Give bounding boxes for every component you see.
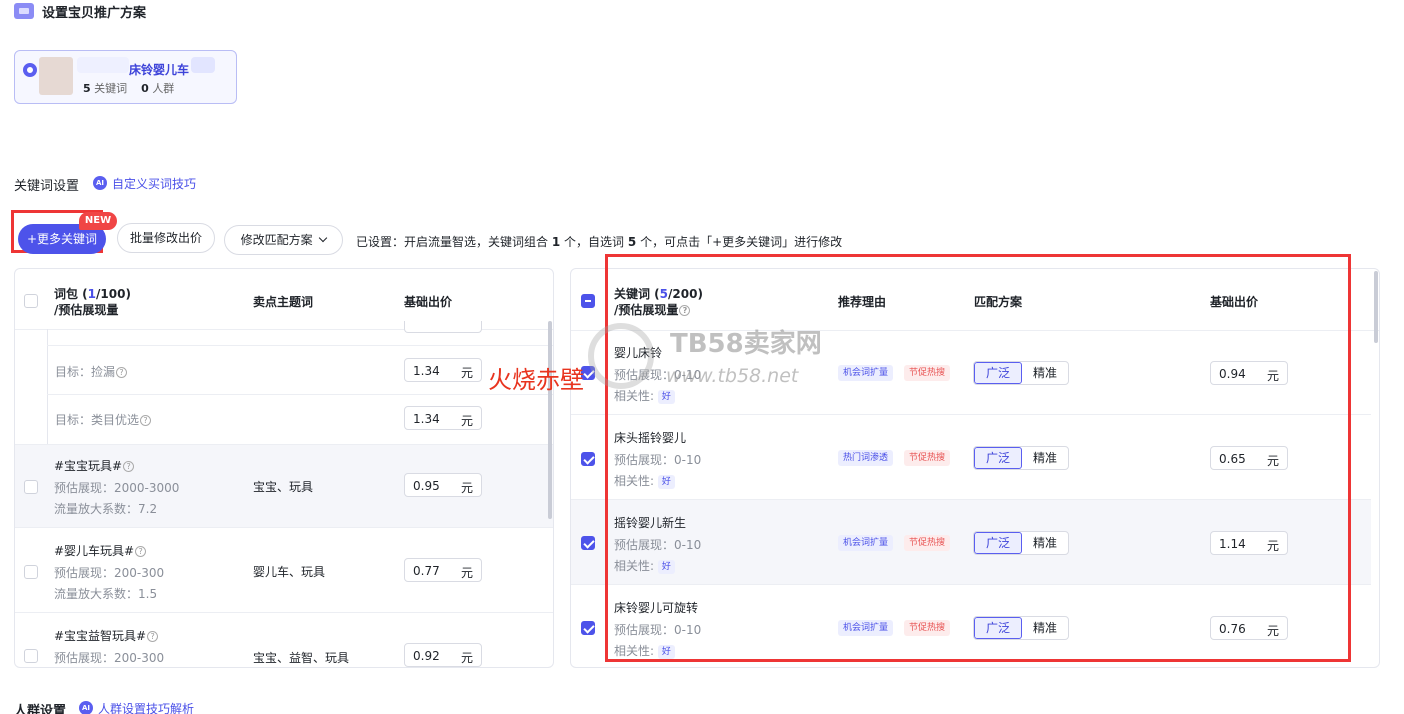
- match-plan-button[interactable]: 修改匹配方案: [224, 225, 343, 255]
- keyword-count: 5: [83, 82, 91, 95]
- crowd-tips-link[interactable]: 人群设置技巧解析: [98, 700, 194, 714]
- crowd-count-label: 人群: [152, 82, 175, 95]
- divider: [47, 394, 553, 395]
- pack-price-input[interactable]: 0.92 元: [404, 643, 482, 667]
- match-plan-label: 修改匹配方案: [240, 233, 313, 247]
- keyword-pack-table: 词包 (1/100) /预估展现量 卖点主题词 基础出价 目标：捡漏? 1.34…: [14, 268, 554, 668]
- select-all-packs-checkbox[interactable]: [24, 294, 38, 308]
- col-pack-header: 词包 (1/100): [54, 287, 131, 301]
- ai-icon: AI: [79, 701, 93, 714]
- pack-name: #宝宝益智玩具#?: [54, 627, 159, 644]
- watermark-brand: TB58卖家网: [670, 329, 822, 359]
- pack-price-input[interactable]: 0.95 元: [404, 473, 482, 497]
- goal-price-input[interactable]: 1.34 元: [404, 358, 482, 382]
- pack-name: #宝宝玩具#?: [54, 457, 135, 474]
- scrollbar-thumb[interactable]: [548, 321, 552, 519]
- divider: [15, 612, 553, 613]
- product-thumbnail: [39, 57, 73, 95]
- goal-label-lowprice: 目标：捡漏?: [55, 363, 128, 380]
- goal-label-category: 目标：类目优选?: [55, 411, 152, 428]
- divider: [47, 345, 553, 346]
- col-price-header: 基础出价: [404, 295, 453, 309]
- price-input-partial[interactable]: [404, 321, 482, 333]
- annotation-box: [605, 254, 1351, 662]
- help-icon: ?: [135, 546, 147, 557]
- select-all-keywords-checkbox[interactable]: [581, 294, 595, 308]
- custom-keyword-tips-link[interactable]: 自定义买词技巧: [112, 175, 196, 192]
- overlay-watermark: 火烧赤壁: [488, 366, 584, 394]
- divider: [15, 527, 553, 528]
- settings-hint: 已设置：开启流量智选，关键词组合 1 个，自选词 5 个，可点击「+更多关键词」…: [356, 235, 843, 249]
- help-icon: ?: [116, 367, 128, 378]
- pack-checkbox[interactable]: [24, 480, 38, 494]
- coupon-icon: [14, 3, 34, 19]
- pack-checkbox[interactable]: [24, 649, 38, 663]
- pack-theme: 婴儿车、玩具: [253, 565, 326, 579]
- pack-checkbox[interactable]: [24, 565, 38, 579]
- pack-impression: 预估展现：200-300: [54, 566, 165, 580]
- keyword-checkbox[interactable]: [581, 536, 595, 550]
- product-meta: 5 关键词 0 人群: [83, 80, 174, 96]
- help-icon: ?: [140, 415, 152, 426]
- new-badge: NEW: [79, 212, 117, 230]
- tree-line: [47, 329, 48, 444]
- keyword-checkbox[interactable]: [581, 452, 595, 466]
- product-card[interactable]: 床铃婴儿车 5 关键词 0 人群: [14, 50, 237, 104]
- goal-price-input[interactable]: 1.34 元: [404, 406, 482, 430]
- batch-price-button[interactable]: 批量修改出价: [117, 223, 215, 253]
- product-name: 床铃婴儿车: [129, 63, 190, 77]
- page-title: 设置宝贝推广方案: [42, 6, 147, 21]
- keyword-count-label: 关键词: [94, 82, 128, 95]
- help-icon: ?: [147, 631, 159, 642]
- pack-price-input[interactable]: 0.77 元: [404, 558, 482, 582]
- pack-name: #婴儿车玩具#?: [54, 542, 147, 559]
- col-theme-header: 卖点主题词: [253, 295, 314, 309]
- product-radio[interactable]: [23, 63, 37, 77]
- blurred-title-mask: [77, 57, 129, 73]
- watermark-url: www.tb58.net: [666, 365, 799, 387]
- col-pack-sub: /预估展现量: [54, 303, 119, 317]
- scrollbar-thumb[interactable]: [1374, 271, 1378, 343]
- blurred-title-mask: [191, 57, 215, 73]
- keyword-section-title: 关键词设置: [14, 179, 80, 194]
- pack-impression: 预估展现：2000-3000: [54, 481, 180, 495]
- chevron-down-icon: [319, 233, 328, 243]
- crowd-count: 0: [141, 82, 149, 95]
- watermark-logo-icon: [588, 323, 654, 389]
- crowd-section-title: 人群设置: [14, 704, 67, 714]
- pack-theme: 宝宝、益智、玩具: [253, 651, 350, 665]
- pack-theme: 宝宝、玩具: [253, 480, 314, 494]
- pack-factor: 流量放大系数：7.2: [54, 502, 158, 516]
- keyword-checkbox[interactable]: [581, 621, 595, 635]
- help-icon: ?: [123, 461, 135, 472]
- ai-icon: AI: [93, 176, 107, 190]
- pack-factor: 流量放大系数：1.5: [54, 587, 158, 601]
- pack-impression: 预估展现：200-300: [54, 651, 165, 665]
